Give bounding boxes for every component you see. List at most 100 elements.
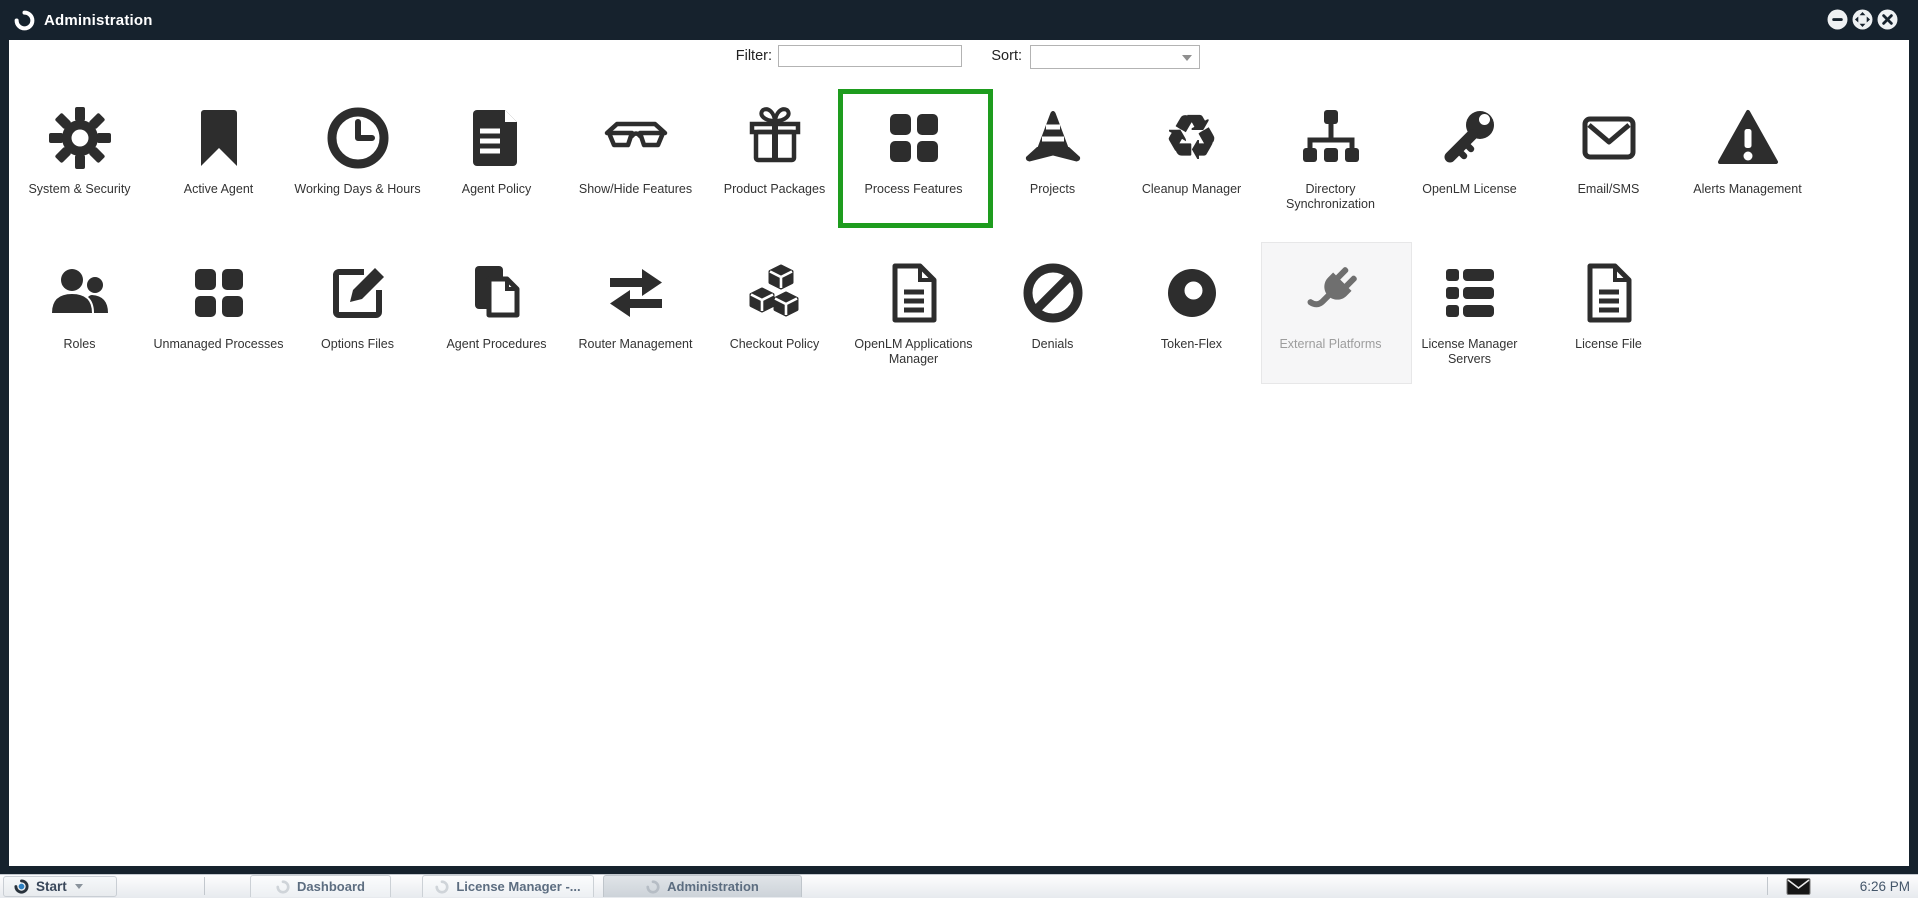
doc-filled-icon bbox=[465, 106, 529, 170]
grid-item-system-security[interactable]: System & Security bbox=[10, 90, 149, 212]
close-icon[interactable] bbox=[1877, 9, 1898, 30]
start-logo-icon bbox=[14, 879, 29, 894]
icon-grid-row-1: System & Security Active Agent Working Day… bbox=[10, 90, 1817, 212]
grid-item-label: Email/SMS bbox=[1578, 182, 1640, 197]
grid-item-checkout-policy[interactable]: Checkout Policy bbox=[705, 245, 844, 367]
grid-item-label: Active Agent bbox=[184, 182, 254, 197]
cone-icon bbox=[1021, 106, 1085, 170]
grid-item-label: Show/Hide Features bbox=[579, 182, 692, 197]
grid-item-active-agent[interactable]: Active Agent bbox=[149, 90, 288, 212]
grid-item-directory-synchronization[interactable]: Directory Synchronization bbox=[1261, 90, 1400, 212]
start-button[interactable]: Start bbox=[3, 876, 117, 897]
grid-item-product-packages[interactable]: Product Packages bbox=[705, 90, 844, 212]
grid-item-openlm-applications-manager[interactable]: OpenLM Applications Manager bbox=[844, 245, 983, 367]
tab-logo-icon bbox=[276, 880, 290, 894]
grid-item-label: Agent Policy bbox=[462, 182, 531, 197]
maximize-icon[interactable] bbox=[1852, 9, 1873, 30]
grid-item-label: Alerts Management bbox=[1693, 182, 1801, 197]
grid-item-label: Directory Synchronization bbox=[1262, 182, 1399, 212]
icon-grid-row-2: Roles Unmanaged Processes Options Files Age… bbox=[10, 245, 1678, 367]
grid-item-openlm-license[interactable]: OpenLM License bbox=[1400, 90, 1539, 212]
sitemap-icon bbox=[1299, 106, 1363, 170]
grid-item-label: Agent Procedures bbox=[446, 337, 546, 352]
grid-item-label: License Manager Servers bbox=[1401, 337, 1538, 367]
taskbar: Start 6:26 PM Dashboard License Manager -… bbox=[0, 874, 1918, 898]
grid-item-label: Router Management bbox=[579, 337, 693, 352]
ban-icon bbox=[1021, 261, 1085, 325]
grid-item-label: OpenLM License bbox=[1422, 182, 1517, 197]
grid-item-label: Process Features bbox=[865, 182, 963, 197]
title-bar: Administration bbox=[0, 0, 1918, 40]
grid-item-label: Unmanaged Processes bbox=[154, 337, 284, 352]
taskbar-tab-license-manager[interactable]: License Manager -... bbox=[422, 875, 594, 897]
grid-item-cleanup-manager[interactable]: ♻ Cleanup Manager bbox=[1122, 90, 1261, 212]
grid-item-options-files[interactable]: Options Files bbox=[288, 245, 427, 367]
warning-icon bbox=[1716, 106, 1780, 170]
grid-item-agent-procedures[interactable]: Agent Procedures bbox=[427, 245, 566, 367]
file-lines-icon bbox=[882, 261, 946, 325]
edit-icon bbox=[326, 261, 390, 325]
minimize-icon[interactable] bbox=[1827, 9, 1848, 30]
gift-icon bbox=[743, 106, 807, 170]
clock-icon bbox=[326, 106, 390, 170]
chevron-down-icon bbox=[75, 884, 83, 889]
window-controls bbox=[1827, 9, 1898, 30]
cubes-icon bbox=[743, 261, 807, 325]
grid-item-token-flex[interactable]: Token-Flex bbox=[1122, 245, 1261, 367]
grid-item-email-sms[interactable]: Email/SMS bbox=[1539, 90, 1678, 212]
tab-logo-icon bbox=[435, 880, 449, 894]
grid-item-roles[interactable]: Roles bbox=[10, 245, 149, 367]
grid-item-label: Denials bbox=[1032, 337, 1074, 352]
grid-item-router-management[interactable]: Router Management bbox=[566, 245, 705, 367]
file-lines-icon bbox=[1577, 261, 1641, 325]
window-title: Administration bbox=[44, 12, 153, 29]
grid-item-denials[interactable]: Denials bbox=[983, 245, 1122, 367]
grid-item-label: Token-Flex bbox=[1161, 337, 1222, 352]
sort-dropdown[interactable] bbox=[1030, 45, 1200, 69]
grid-item-external-platforms[interactable]: External Platforms bbox=[1261, 245, 1400, 367]
grid-item-working-days-hours[interactable]: Working Days & Hours bbox=[288, 90, 427, 212]
copy-icon bbox=[465, 261, 529, 325]
key-icon bbox=[1438, 106, 1502, 170]
grid-item-unmanaged-processes[interactable]: Unmanaged Processes bbox=[149, 245, 288, 367]
grid-item-projects[interactable]: Projects bbox=[983, 90, 1122, 212]
taskbar-clock: 6:26 PM bbox=[1860, 879, 1910, 894]
envelope-icon bbox=[1577, 106, 1641, 170]
taskbar-tab-label: License Manager -... bbox=[456, 879, 580, 894]
grid-item-label: Cleanup Manager bbox=[1142, 182, 1241, 197]
gear-icon bbox=[48, 106, 112, 170]
grid-item-label: Options Files bbox=[321, 337, 394, 352]
grid-item-label: Checkout Policy bbox=[730, 337, 820, 352]
servers-icon bbox=[1438, 261, 1502, 325]
grid-icon bbox=[882, 106, 946, 170]
start-button-label: Start bbox=[36, 879, 67, 894]
plug-icon bbox=[1299, 261, 1363, 325]
grid-item-agent-policy[interactable]: Agent Policy bbox=[427, 90, 566, 212]
grid-item-label: Roles bbox=[64, 337, 96, 352]
taskbar-tab-dashboard[interactable]: Dashboard bbox=[250, 875, 391, 897]
taskbar-divider bbox=[1767, 877, 1768, 895]
grid-item-label: External Platforms bbox=[1279, 337, 1381, 352]
grid-item-label: License File bbox=[1575, 337, 1642, 352]
grid-item-label: Product Packages bbox=[724, 182, 825, 197]
recycle-icon: ♻ bbox=[1160, 106, 1224, 170]
mail-tray-icon[interactable] bbox=[1785, 878, 1812, 895]
grid-item-label: OpenLM Applications Manager bbox=[845, 337, 982, 367]
glasses-icon bbox=[604, 106, 668, 170]
taskbar-tab-label: Administration bbox=[667, 879, 759, 894]
grid-item-label: System & Security bbox=[28, 182, 130, 197]
exchange-icon bbox=[604, 261, 668, 325]
admin-panel: Filter: Sort: System & SecurityActive Ag… bbox=[9, 40, 1909, 866]
grid-item-alerts-management[interactable]: Alerts Management bbox=[1678, 90, 1817, 212]
donut-icon bbox=[1160, 261, 1224, 325]
grid-item-process-features[interactable]: Process Features bbox=[844, 90, 983, 212]
grid-item-license-manager-servers[interactable]: License Manager Servers bbox=[1400, 245, 1539, 367]
taskbar-tab-administration[interactable]: Administration bbox=[603, 875, 802, 897]
grid-icon bbox=[187, 261, 251, 325]
chevron-down-icon bbox=[1182, 55, 1192, 61]
users-icon bbox=[48, 261, 112, 325]
grid-item-license-file[interactable]: License File bbox=[1539, 245, 1678, 367]
grid-item-show-hide-features[interactable]: Show/Hide Features bbox=[566, 90, 705, 212]
tab-logo-icon bbox=[646, 880, 660, 894]
taskbar-tab-label: Dashboard bbox=[297, 879, 365, 894]
